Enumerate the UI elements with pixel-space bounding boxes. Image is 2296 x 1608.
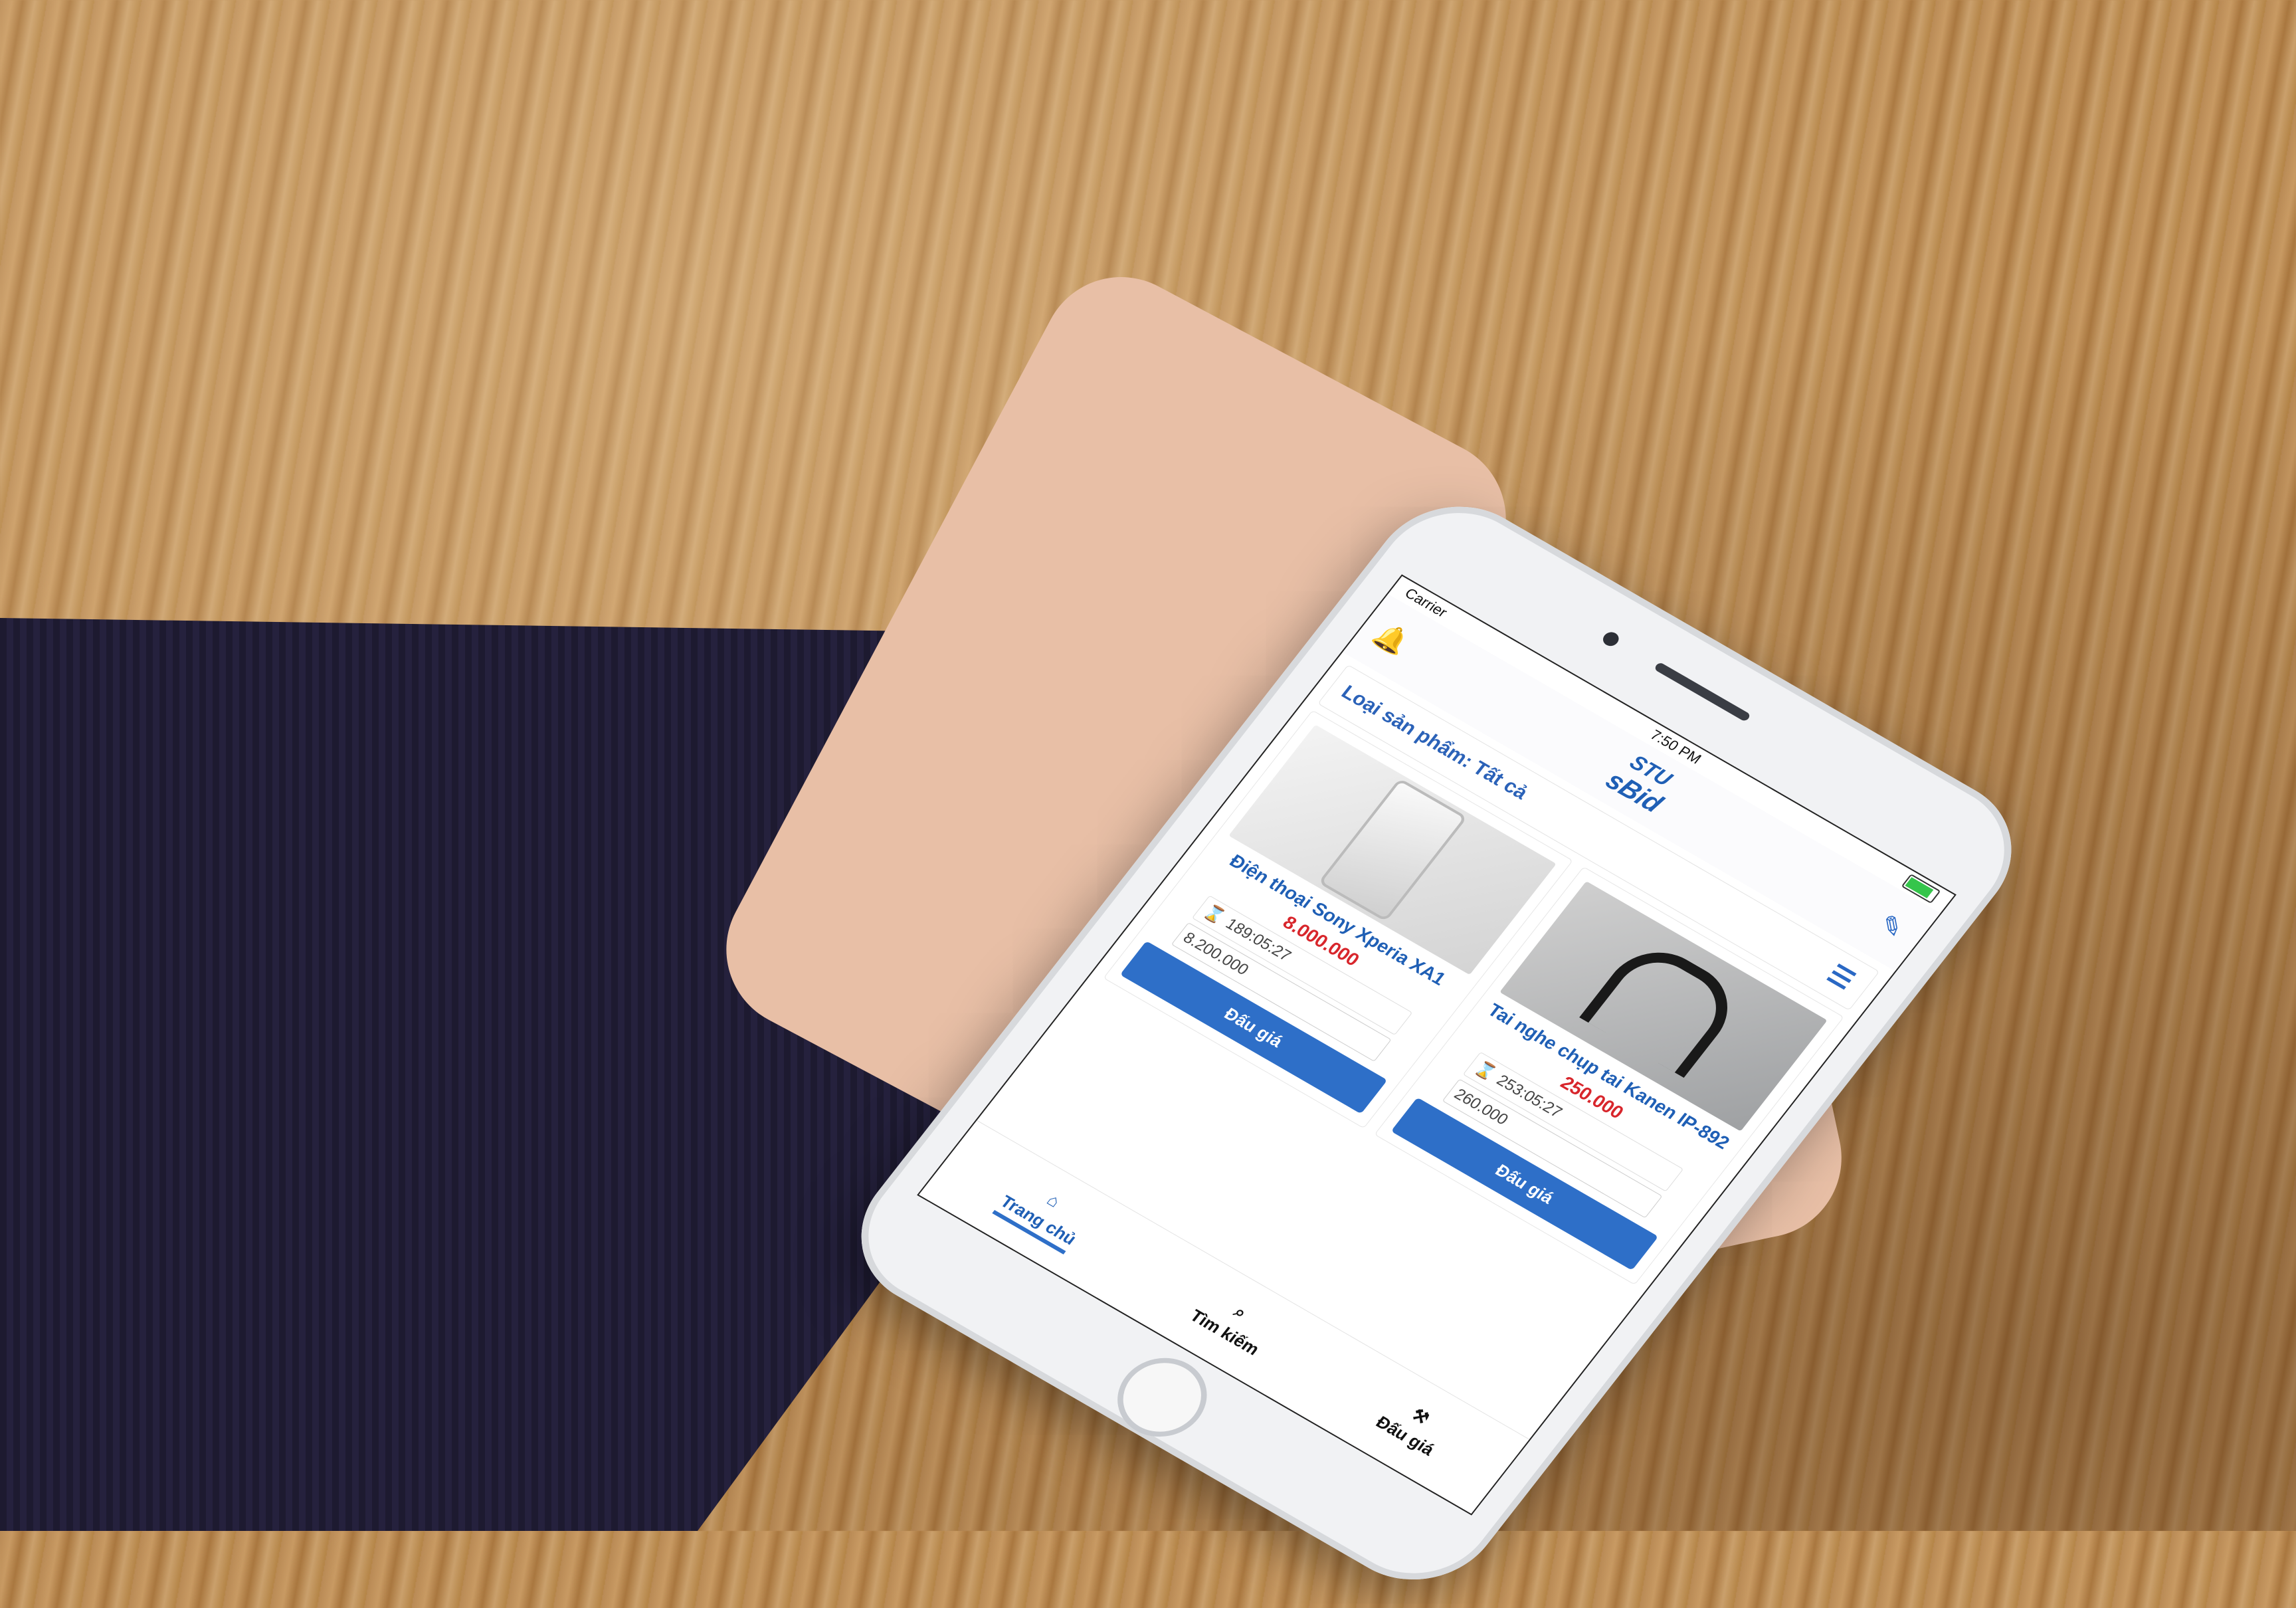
app-logo: STU sBid — [1600, 746, 1683, 819]
tab-search-label: Tìm kiếm — [1186, 1305, 1264, 1359]
pencil-icon[interactable]: ✎ — [1869, 908, 1913, 946]
tab-search[interactable]: ⌕ Tìm kiếm — [1186, 1285, 1280, 1359]
home-icon: ⌂ — [1043, 1189, 1065, 1211]
tab-home-label: Trang chủ — [997, 1191, 1081, 1249]
front-camera — [1600, 629, 1622, 649]
tab-auction-label: Đấu giá — [1372, 1412, 1439, 1460]
tab-home[interactable]: ⌂ Trang chủ — [992, 1171, 1096, 1255]
bell-icon[interactable]: 🔔 — [1368, 619, 1414, 658]
hourglass-icon: ⌛ — [1471, 1058, 1500, 1084]
earpiece-speaker — [1653, 661, 1752, 722]
tab-auction[interactable]: ⚒ Đấu giá — [1372, 1393, 1454, 1460]
gavel-icon: ⚒ — [1407, 1404, 1434, 1429]
search-icon: ⌕ — [1230, 1301, 1252, 1322]
list-icon[interactable]: ☰ — [1819, 959, 1862, 997]
hourglass-icon: ⌛ — [1200, 902, 1229, 927]
